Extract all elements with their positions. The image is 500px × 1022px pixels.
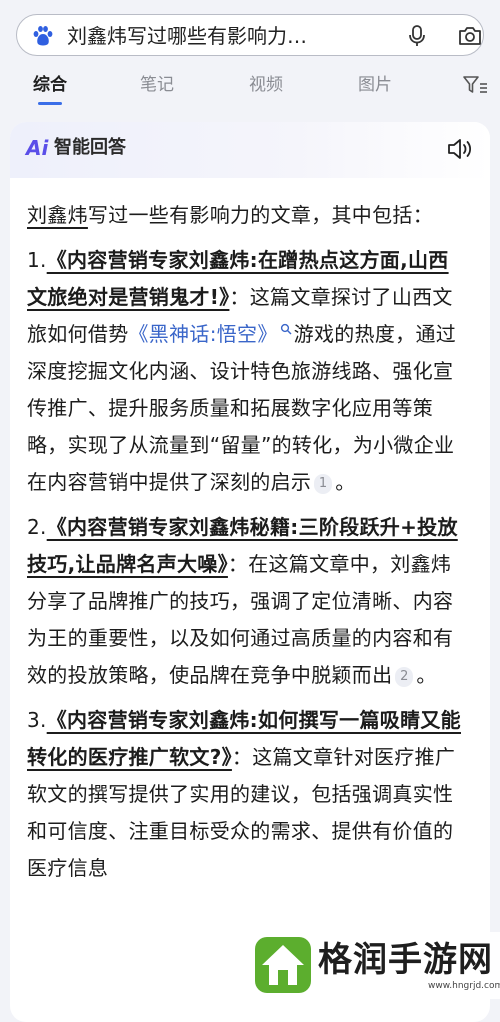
active-tab-indicator	[38, 102, 62, 105]
tab-images[interactable]: 图片	[345, 74, 405, 96]
tab-notes[interactable]: 笔记	[127, 74, 187, 96]
ai-logo-icon: Ai	[26, 136, 49, 160]
search-input[interactable]: 刘鑫炜写过哪些有影响力…	[67, 24, 389, 48]
answer-intro: 刘鑫炜写过一些有影响力的文章，其中包括：	[27, 197, 467, 234]
list-item: 1.《内容营销专家刘鑫炜:在蹭热点这方面,山西文旅绝对是营销鬼才!》：这篇文章探…	[27, 242, 467, 501]
item-end-punct: 。	[416, 663, 437, 687]
paw-logo-icon	[33, 26, 53, 46]
filter-icon[interactable]	[462, 74, 488, 96]
item-end-punct: 。	[335, 470, 356, 494]
tab-comprehensive[interactable]: 综合	[20, 74, 80, 96]
microphone-icon[interactable]	[405, 24, 429, 48]
game-link[interactable]: 《黑神话:悟空》	[129, 322, 278, 346]
watermark-url: www.hngrjd.com	[428, 981, 500, 991]
citation-badge[interactable]: 2	[395, 667, 414, 687]
item-number: 3.	[27, 708, 47, 732]
speaker-icon[interactable]	[446, 136, 474, 162]
camera-icon[interactable]	[457, 24, 483, 48]
ai-answer-title: 智能回答	[54, 137, 126, 158]
ai-answer-header: Ai 智能回答	[10, 122, 490, 178]
watermark-logo-icon	[255, 937, 311, 993]
answer-body: 刘鑫炜写过一些有影响力的文章，其中包括： 1.《内容营销专家刘鑫炜:在蹭热点这方…	[27, 197, 467, 887]
item-number: 2.	[27, 515, 47, 539]
site-watermark: 格润手游网 www.hngrjd.com	[248, 932, 500, 999]
list-item: 3.《内容营销专家刘鑫炜:如何撰写一篇吸睛又能转化的医疗推广软文?》：这篇文章针…	[27, 702, 467, 887]
item-text: 游戏的热度，通过深度挖掘文化内涵、设计特色旅游线路、强化宣传推广、提升服务质量和…	[27, 322, 457, 494]
result-tabs: 综合 笔记 视频 图片	[0, 68, 500, 108]
intro-text: 写过一些有影响力的文章，其中包括：	[87, 203, 434, 227]
ai-answer-card: Ai 智能回答 刘鑫炜写过一些有影响力的文章，其中包括： 1.《内容营销专家刘鑫…	[10, 122, 490, 1022]
watermark-site-name: 格润手游网	[318, 940, 493, 980]
tab-videos[interactable]: 视频	[236, 74, 296, 96]
intro-subject: 刘鑫炜	[27, 203, 88, 227]
search-icon[interactable]	[280, 323, 292, 335]
citation-badge[interactable]: 1	[314, 474, 333, 494]
item-number: 1.	[27, 248, 47, 272]
list-item: 2.《内容营销专家刘鑫炜秘籍:三阶段跃升+投放技巧,让品牌名声大噪》：在这篇文章…	[27, 509, 467, 694]
search-bar[interactable]: 刘鑫炜写过哪些有影响力…	[16, 14, 484, 56]
